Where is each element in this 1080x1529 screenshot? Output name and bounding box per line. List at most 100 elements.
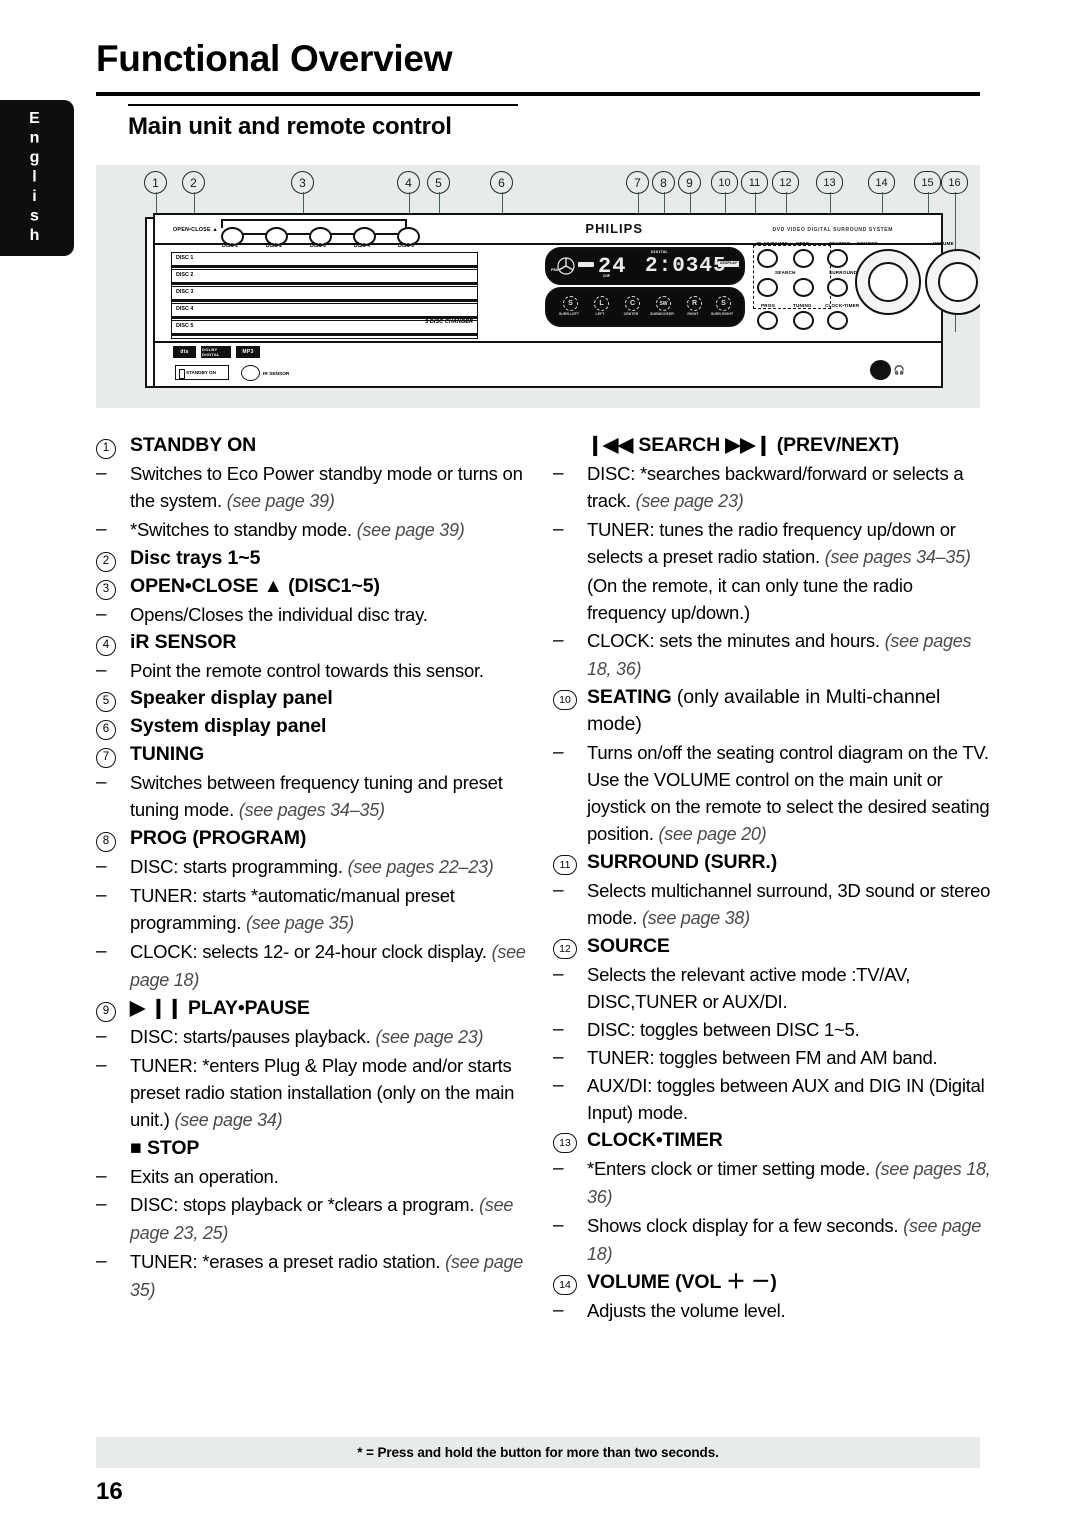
feature-description: (On the remote, it can only tune the rad…: [587, 575, 913, 623]
feature-entry: 13 CLOCK•TIMER: [553, 1127, 993, 1154]
feature-description: DISC: starts/pauses playback. (see page …: [130, 1026, 484, 1047]
callout-9: 9: [678, 171, 701, 230]
left-label: LEFT: [595, 312, 605, 316]
stop-button[interactable]: [793, 249, 814, 268]
feature-description: TUNER: toggles between FM and AM band.: [587, 1047, 938, 1068]
feature-entry: 1 STANDBY ON: [96, 432, 536, 459]
feature-description-row: – Point the remote control towards this s…: [96, 657, 536, 684]
dash-marker: –: [553, 961, 587, 988]
headphone-icon: 🎧: [893, 365, 905, 375]
feature-title: SOURCE: [587, 935, 670, 957]
feature-description-row: – CLOCK: sets the minutes and hours. (see…: [553, 627, 993, 683]
feature-title: System display panel: [130, 715, 327, 737]
prog-button[interactable]: [757, 311, 778, 330]
dolby-digital-logo: DOLBY DIGITAL: [201, 346, 231, 358]
source-dial[interactable]: [855, 249, 921, 315]
feature-description-row: – TUNER: starts *automatic/manual preset …: [96, 882, 536, 937]
play-pause-button[interactable]: [757, 249, 778, 268]
feature-entry: 4 iR SENSOR: [96, 629, 536, 656]
page-reference: (see page 35): [130, 1252, 523, 1300]
callout-badge: 1: [96, 438, 116, 459]
page-title: Functional Overview: [96, 38, 453, 79]
open-close-label: OPEN•CLOSE ▲: [173, 227, 218, 233]
callout-15: 15: [914, 171, 941, 234]
subwoofer-icon: SW: [656, 296, 671, 311]
center-label: CENTER: [623, 312, 639, 316]
dash-icon: –: [96, 519, 107, 540]
mp3-logo: MP3: [236, 346, 260, 358]
feature-description-row: – TUNER: toggles between FM and AM band.: [553, 1044, 993, 1071]
feature-title: iR SENSOR: [130, 631, 237, 653]
dash-marker: –: [96, 853, 130, 880]
disc-1-button-label: DISC 1: [221, 243, 239, 249]
feature-number: 9: [96, 995, 130, 1022]
feature-title: PROG (PROGRAM): [130, 827, 307, 849]
search-forward-button[interactable]: [793, 278, 814, 297]
feature-description: DISC: stops playback or *clears a progra…: [130, 1194, 514, 1243]
dash-marker: –: [96, 1163, 130, 1190]
feature-description: Selects multichannel surround, 3D sound …: [587, 880, 991, 928]
subwoofer-label: SUBWOOFER: [650, 312, 674, 316]
callout-11: 11: [741, 171, 768, 240]
surround-label: SURROUND: [829, 270, 858, 275]
dash-marker: –: [553, 1212, 587, 1239]
title-rule: [96, 92, 980, 96]
feature-title: STANDBY ON: [130, 434, 257, 456]
language-tab-label: English: [26, 109, 43, 247]
feature-number: 14: [553, 1269, 587, 1296]
feature-description: Point the remote control towards this se…: [130, 660, 484, 681]
system-display-panel: PRO 24 CHP DIGITAL 2:0345 DISPLAY: [545, 247, 745, 285]
feature-entry: 7 TUNING: [96, 741, 536, 768]
feature-description: Switches to Eco Power standby mode or tu…: [130, 463, 523, 511]
callout-badge: 6: [96, 719, 116, 740]
dash-marker: –: [553, 1297, 587, 1324]
feature-number: 2: [96, 545, 130, 572]
language-tab: English: [0, 100, 74, 256]
callout-1: 1: [144, 171, 167, 232]
disc-changer-label: 5 DISC CHANGER: [425, 319, 473, 325]
page-reference: (see page 23, 25): [130, 1195, 514, 1243]
feature-description: Shows clock display for a few seconds. (…: [587, 1215, 982, 1264]
chapter-indicator: CHP: [603, 275, 611, 279]
feature-description-row: – Switches to Eco Power standby mode or t…: [96, 460, 536, 515]
dash-icon: –: [553, 1047, 564, 1068]
clock-timer-button[interactable]: [827, 311, 848, 330]
feature-entry: ❙◀◀ SEARCH ▶▶❙ (PREV/NEXT): [553, 432, 993, 459]
feature-number: 5: [96, 685, 130, 712]
callout-badge: 13: [553, 1133, 577, 1154]
dash-icon: –: [553, 519, 564, 540]
seating-label: SEATING: [829, 241, 851, 246]
dash-icon: –: [96, 1194, 107, 1215]
page-reference: (see page 18): [587, 1216, 982, 1264]
manual-page: English Functional Overview Main unit an…: [0, 0, 1080, 1529]
tuning-button[interactable]: [793, 311, 814, 330]
dts-logo: dts: [173, 346, 196, 358]
headphone-jack[interactable]: [870, 360, 891, 380]
feature-description-row: – DISC: *searches backward/forward or sel…: [553, 460, 993, 515]
feature-description: Exits an operation.: [130, 1166, 279, 1187]
surr-right-label: SURR RIGHT: [710, 312, 734, 316]
callout-7: 7: [626, 171, 649, 244]
display-button-indicator: DISPLAY: [718, 261, 739, 267]
feature-number: 3: [96, 573, 130, 600]
feature-description: Switches between frequency tuning and pr…: [130, 772, 503, 820]
seating-button[interactable]: [827, 249, 848, 268]
search-backward-button[interactable]: [757, 278, 778, 297]
dash-icon: –: [96, 1251, 107, 1272]
pro-indicator: PRO: [551, 269, 559, 273]
dash-marker: –: [96, 516, 130, 543]
play-pause-label: PLAY•PAUSE: [757, 241, 788, 246]
feature-title: SURROUND (SURR.): [587, 851, 778, 873]
search-label: SEARCH: [775, 270, 796, 275]
standby-on-button[interactable]: STANDBY ON: [175, 365, 229, 380]
disc-4-button-label: DISC 4: [353, 243, 371, 249]
feature-description: CLOCK: selects 12- or 24-hour clock disp…: [130, 941, 526, 990]
dash-marker: –: [553, 460, 587, 487]
surround-button[interactable]: [827, 278, 848, 297]
feature-entry: 8 PROG (PROGRAM): [96, 825, 536, 852]
callout-badge: 12: [553, 939, 577, 960]
dash-marker: –: [553, 1016, 587, 1043]
feature-title: Disc trays 1~5: [130, 547, 261, 569]
feature-number: 11: [553, 849, 587, 876]
feature-description: Selects the relevant active mode :TV/AV,…: [587, 964, 911, 1012]
